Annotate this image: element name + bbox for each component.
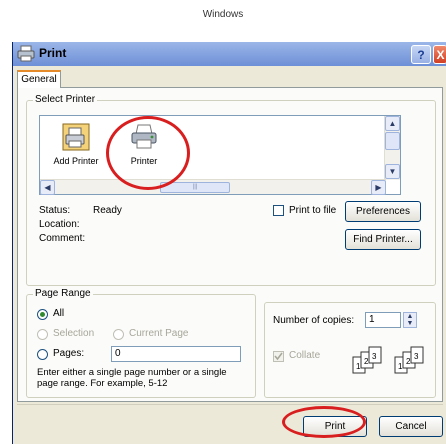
add-printer-label: Add Printer (53, 156, 99, 166)
comment-label: Comment: (39, 233, 86, 244)
current-page-radio (113, 329, 124, 340)
help-button[interactable]: ? (411, 45, 431, 64)
scroll-left-button[interactable]: ◀ (40, 180, 55, 195)
copies-spinner[interactable]: ▲ ▼ (403, 312, 417, 328)
svg-text:3: 3 (414, 352, 419, 361)
page-range-legend: Page Range (33, 288, 93, 299)
print-dialog: Print ? X General Select Printer Add Pri… (12, 42, 446, 444)
collate-pages-icon: 1 2 3 1 2 3 (352, 346, 424, 374)
close-button[interactable]: X (433, 45, 446, 64)
status-value: Ready (93, 205, 122, 216)
select-printer-group: Select Printer Add Printer Printer ▲ ▼ ◀… (26, 94, 436, 286)
vertical-scroll-thumb[interactable] (385, 132, 400, 150)
copies-group: Number of copies: 1 ▲ ▼ Collate 1 2 3 1 2… (264, 302, 436, 398)
selection-radio (37, 329, 48, 340)
pages-radio-label: Pages: (53, 348, 85, 359)
copies-input[interactable]: 1 (365, 312, 401, 328)
page-range-group: Page Range All Selection Current Page Pa… (26, 288, 256, 398)
pages-input[interactable]: 0 (111, 346, 241, 362)
svg-text:3: 3 (372, 352, 377, 361)
printer-item-printer[interactable]: Printer (116, 122, 172, 166)
all-radio[interactable] (37, 309, 48, 320)
general-tab-panel: Select Printer Add Printer Printer ▲ ▼ ◀… (17, 87, 443, 402)
title-bar[interactable]: Print ? X (13, 42, 446, 66)
printer-icon (131, 124, 157, 149)
cancel-button[interactable]: Cancel (379, 416, 443, 437)
button-bar-separator (17, 404, 443, 405)
scroll-down-button[interactable]: ▼ (385, 164, 400, 179)
all-radio-label: All (53, 308, 65, 319)
print-to-file-label: Print to file (289, 205, 337, 216)
scroll-right-button[interactable]: ▶ (371, 180, 386, 195)
tab-general[interactable]: General (17, 70, 61, 88)
check-icon (274, 352, 283, 361)
status-label: Status: (39, 205, 71, 216)
selection-radio-label: Selection (53, 328, 95, 339)
svg-text:2: 2 (364, 357, 369, 366)
collate-label: Collate (289, 350, 321, 361)
printer-icon (17, 45, 35, 62)
window-title: Print (39, 46, 67, 60)
collate-checkbox (273, 351, 284, 362)
scroll-up-button[interactable]: ▲ (385, 116, 400, 131)
printer-list[interactable]: Add Printer Printer ▲ ▼ ◀ ||| ▶ (39, 115, 401, 195)
printer-list-horizontal-scrollbar[interactable]: ◀ ||| ▶ (40, 179, 386, 195)
select-printer-legend: Select Printer (33, 94, 98, 105)
add-printer-icon (62, 123, 90, 151)
printer-list-vertical-scrollbar[interactable]: ▲ ▼ (384, 116, 400, 180)
location-label: Location: (39, 219, 80, 230)
svg-text:1: 1 (398, 362, 403, 371)
print-to-file-checkbox[interactable] (273, 205, 284, 216)
print-button[interactable]: Print (303, 416, 367, 437)
find-printer-button[interactable]: Find Printer... (345, 229, 421, 250)
horizontal-scroll-thumb[interactable]: ||| (160, 182, 230, 193)
svg-text:2: 2 (406, 357, 411, 366)
printer-label: Printer (130, 156, 158, 166)
svg-text:1: 1 (356, 362, 361, 371)
caption: Windows (202, 9, 244, 20)
printer-item-add-printer[interactable]: Add Printer (48, 122, 104, 166)
preferences-button[interactable]: Preferences (345, 201, 421, 222)
current-page-radio-label: Current Page (129, 328, 189, 339)
pages-radio[interactable] (37, 349, 48, 360)
number-of-copies-label: Number of copies: (273, 315, 355, 326)
page-range-hint: Enter either a single page number or a s… (37, 367, 227, 389)
